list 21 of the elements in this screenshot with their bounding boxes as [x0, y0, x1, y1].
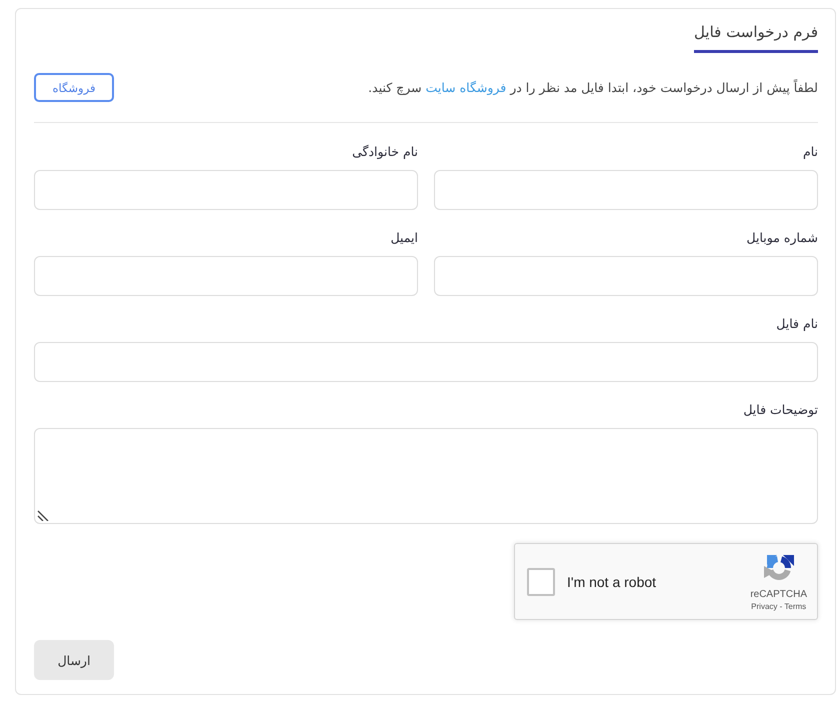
captcha-label: I'm not a robot — [567, 574, 658, 590]
input-field[interactable] — [34, 170, 418, 210]
privacy-terms-links[interactable]: Privacy - Terms — [751, 602, 806, 611]
input-field[interactable] — [34, 342, 818, 382]
store-button[interactable]: فروشگاه — [34, 73, 114, 102]
field-label: توضیحات فایل — [743, 401, 818, 419]
notice-text: لطفاً پیش از ارسال درخواست خود، ابتدا فایل مد نظر را در فروشگاه سایت سرچ کنید. — [368, 78, 818, 97]
text-area-field[interactable] — [34, 428, 818, 524]
input-field[interactable] — [434, 170, 818, 210]
submit-button[interactable]: ارسال — [34, 640, 114, 680]
field-label: نام — [802, 143, 818, 161]
input-field[interactable] — [434, 256, 818, 296]
form-title: فرم درخواست فایل — [694, 21, 818, 53]
field-label: نام خانوادگی — [352, 143, 418, 161]
recaptcha-brand: reCAPTCHA — [750, 589, 807, 600]
resize-grip-icon[interactable] — [37, 509, 49, 521]
input-field[interactable] — [34, 256, 418, 296]
captcha-checkbox[interactable] — [527, 568, 555, 596]
field-label: شماره موبایل — [746, 229, 818, 247]
field-label: نام فایل — [776, 315, 818, 333]
field-label: ایمیل — [390, 229, 418, 247]
